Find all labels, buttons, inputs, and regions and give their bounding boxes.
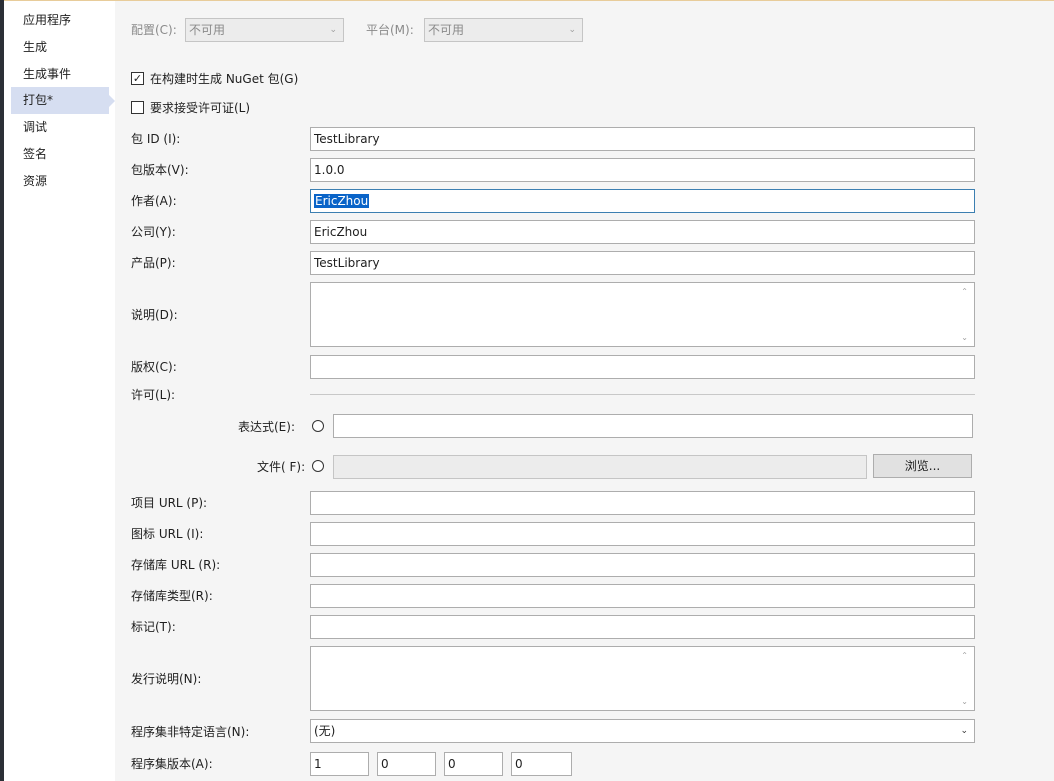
generate-nuget-label: 在构建时生成 NuGet 包(G) — [150, 72, 299, 86]
copyright-label: 版权(C): — [131, 360, 177, 374]
nav-item-build-events[interactable]: 生成事件 — [11, 61, 109, 88]
generate-nuget-checkbox[interactable]: ✓ — [131, 72, 144, 85]
platform-value: 不可用 — [428, 23, 465, 37]
project-url-input[interactable] — [310, 491, 975, 515]
chevron-down-icon: ⌄ — [568, 25, 576, 35]
neutral-language-value: (无) — [314, 724, 336, 738]
license-expression-radio[interactable] — [312, 420, 324, 432]
nav-item-resources[interactable]: 资源 — [11, 168, 109, 195]
icon-url-input[interactable] — [310, 522, 975, 546]
nav-item-build[interactable]: 生成 — [11, 34, 109, 61]
product-value: TestLibrary — [314, 256, 380, 270]
package-version-input[interactable]: 1.0.0 — [310, 158, 975, 182]
nav-item-application[interactable]: 应用程序 — [11, 7, 109, 34]
checkmark-icon: ✓ — [132, 72, 143, 85]
package-id-label: 包 ID (I): — [131, 132, 181, 146]
config-label: 配置(C): — [131, 23, 177, 37]
description-textarea[interactable]: ⌃ ⌄ — [310, 282, 975, 347]
package-id-input[interactable]: TestLibrary — [310, 127, 975, 151]
config-value: 不可用 — [189, 23, 226, 37]
repo-url-input[interactable] — [310, 553, 975, 577]
license-label: 许可(L): — [131, 388, 176, 402]
tags-label: 标记(T): — [131, 620, 176, 634]
property-pages-nav: 应用程序 生成 生成事件 打包* 调试 签名 资源 — [4, 1, 115, 781]
license-file-radio[interactable] — [312, 460, 324, 472]
product-label: 产品(P): — [131, 256, 176, 270]
company-value: EricZhou — [314, 225, 368, 239]
package-version-label: 包版本(V): — [131, 163, 189, 177]
authors-input[interactable]: EricZhou — [310, 189, 975, 213]
scroll-down-arrow-icon[interactable]: ⌄ — [961, 333, 968, 342]
package-version-value: 1.0.0 — [314, 163, 345, 177]
authors-label: 作者(A): — [131, 194, 177, 208]
company-input[interactable]: EricZhou — [310, 220, 975, 244]
package-id-value: TestLibrary — [314, 132, 380, 146]
authors-value: EricZhou — [314, 194, 370, 208]
project-url-label: 项目 URL (P): — [131, 496, 208, 510]
config-select[interactable]: 不可用 ⌄ — [185, 18, 344, 42]
assembly-version-minor[interactable]: 0 — [377, 752, 436, 776]
assembly-version-revision[interactable]: 0 — [511, 752, 572, 776]
nav-item-debug[interactable]: 调试 — [11, 114, 109, 141]
assembly-version-build[interactable]: 0 — [444, 752, 503, 776]
scroll-up-arrow-icon[interactable]: ⌃ — [961, 287, 968, 296]
release-notes-textarea[interactable]: ⌃ ⌄ — [310, 646, 975, 711]
browse-button[interactable]: 浏览... — [873, 454, 972, 478]
platform-label: 平台(M): — [366, 23, 414, 37]
require-license-checkbox[interactable] — [131, 101, 144, 114]
neutral-language-select[interactable]: (无) ⌄ — [310, 719, 975, 743]
license-file-input[interactable] — [333, 455, 867, 479]
license-expression-label: 表达式(E): — [238, 420, 295, 434]
license-file-label: 文件( F): — [257, 460, 306, 474]
license-expression-input[interactable] — [333, 414, 973, 438]
assembly-version-build-value: 0 — [448, 757, 456, 771]
repo-type-input[interactable] — [310, 584, 975, 608]
release-notes-label: 发行说明(N): — [131, 672, 202, 686]
tags-input[interactable] — [310, 615, 975, 639]
assembly-version-major[interactable]: 1 — [310, 752, 369, 776]
nav-item-signing[interactable]: 签名 — [11, 141, 109, 168]
assembly-version-minor-value: 0 — [381, 757, 389, 771]
top-border — [0, 0, 1054, 1]
assembly-version-label: 程序集版本(A): — [131, 757, 213, 771]
repo-url-label: 存储库 URL (R): — [131, 558, 221, 572]
assembly-version-major-value: 1 — [314, 757, 322, 771]
company-label: 公司(Y): — [131, 225, 176, 239]
scroll-up-arrow-icon[interactable]: ⌃ — [961, 651, 968, 660]
chevron-down-icon: ⌄ — [960, 726, 968, 736]
icon-url-label: 图标 URL (I): — [131, 527, 204, 541]
platform-select[interactable]: 不可用 ⌄ — [424, 18, 583, 42]
assembly-version-revision-value: 0 — [515, 757, 523, 771]
neutral-language-label: 程序集非特定语言(N): — [131, 725, 250, 739]
chevron-down-icon: ⌄ — [329, 25, 337, 35]
repo-type-label: 存储库类型(R): — [131, 589, 213, 603]
copyright-input[interactable] — [310, 355, 975, 379]
scroll-down-arrow-icon[interactable]: ⌄ — [961, 697, 968, 706]
nav-item-package[interactable]: 打包* — [11, 87, 115, 114]
product-input[interactable]: TestLibrary — [310, 251, 975, 275]
license-separator — [310, 394, 975, 395]
description-label: 说明(D): — [131, 308, 178, 322]
require-license-label: 要求接受许可证(L) — [150, 101, 251, 115]
